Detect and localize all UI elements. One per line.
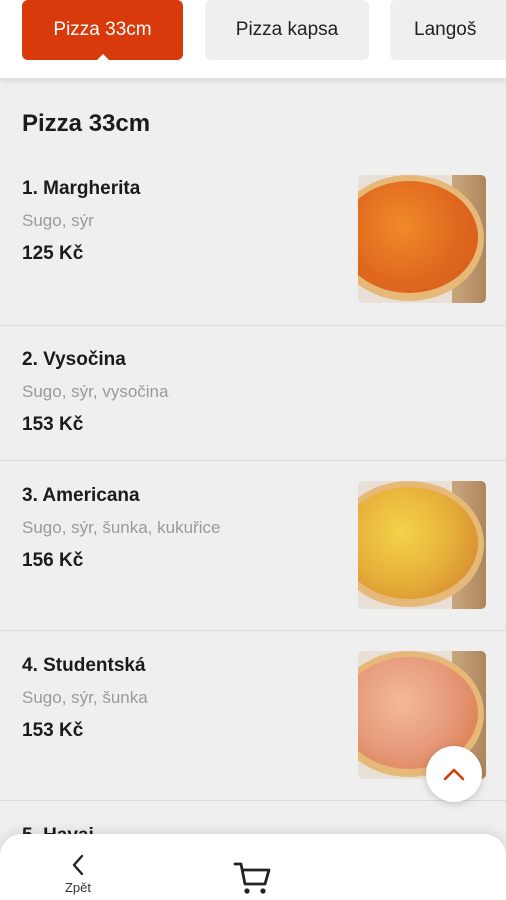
item-description: Sugo, sýr, vysočina bbox=[22, 382, 169, 401]
category-tabs: Pizza 33cm Pizza kapsa Langoš bbox=[0, 0, 506, 78]
item-name: 2. Vysočina bbox=[22, 349, 126, 370]
list-item[interactable]: 3. Americana Sugo, sýr, šunka, kukuřice … bbox=[0, 461, 506, 631]
item-name: 1. Margherita bbox=[22, 178, 141, 199]
tab-label: Pizza kapsa bbox=[235, 19, 339, 40]
item-price: 153 Kč bbox=[22, 414, 84, 435]
chevron-up-icon bbox=[443, 768, 465, 781]
scroll-to-top-button[interactable] bbox=[426, 746, 482, 802]
item-description: Sugo, sýr, šunka, kukuřice bbox=[22, 518, 221, 537]
tab-label: Langoš bbox=[414, 19, 477, 40]
item-price: 125 Kč bbox=[22, 243, 84, 264]
item-name: 4. Studentská bbox=[22, 655, 146, 676]
cart-button[interactable] bbox=[232, 860, 272, 896]
tab-pizza-kapsa[interactable]: Pizza kapsa bbox=[205, 0, 369, 60]
tab-pizza-33cm[interactable]: Pizza 33cm bbox=[22, 0, 183, 60]
list-item[interactable]: 2. Vysočina Sugo, sýr, vysočina 153 Kč bbox=[0, 326, 506, 461]
item-price: 156 Kč bbox=[22, 550, 84, 571]
cart-icon bbox=[233, 862, 271, 894]
tab-label: Pizza 33cm bbox=[53, 19, 152, 40]
item-image bbox=[358, 175, 486, 303]
back-button[interactable]: Zpět bbox=[50, 854, 106, 900]
list-item[interactable]: 1. Margherita Sugo, sýr 125 Kč bbox=[0, 158, 506, 326]
section-title: Pizza 33cm bbox=[22, 110, 151, 137]
item-description: Sugo, sýr, šunka bbox=[22, 688, 148, 707]
back-label: Zpět bbox=[64, 880, 91, 895]
item-price: 153 Kč bbox=[22, 720, 84, 741]
bottom-navigation: Zpět bbox=[0, 834, 506, 900]
item-description: Sugo, sýr bbox=[22, 211, 94, 230]
item-image bbox=[358, 481, 486, 609]
item-name: 3. Americana bbox=[22, 485, 140, 506]
tab-langos[interactable]: Langoš bbox=[390, 0, 506, 60]
chevron-left-icon bbox=[72, 854, 84, 876]
